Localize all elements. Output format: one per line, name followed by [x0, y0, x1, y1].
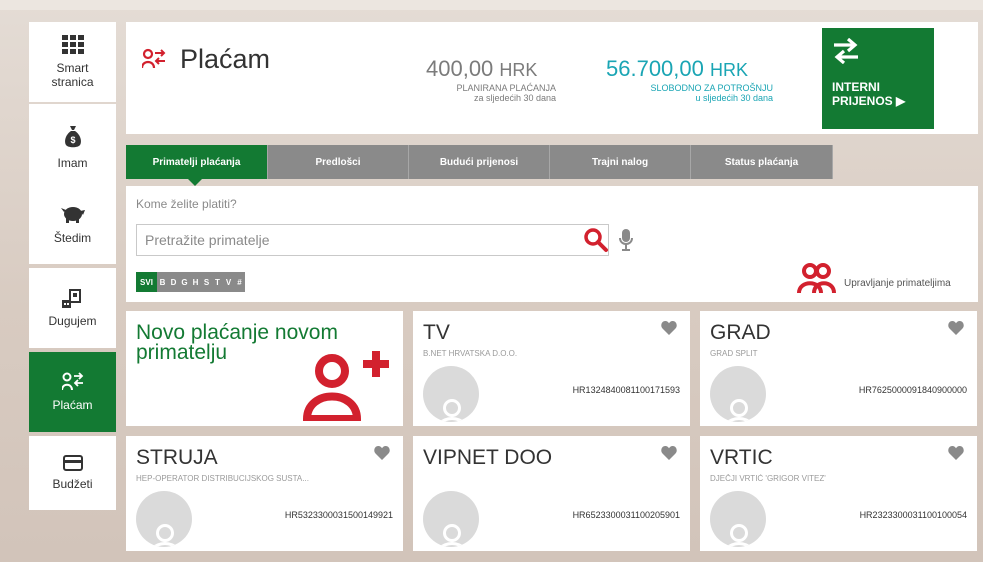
free-amount-currency: HRK	[710, 60, 749, 80]
recipient-name: TV	[423, 321, 450, 344]
avatar	[423, 366, 479, 422]
letter-filter-hash[interactable]: #	[234, 272, 245, 292]
piggy-bank-icon	[60, 207, 85, 223]
planned-caption-line1: PLANIRANA PLAĆANJA	[456, 83, 556, 93]
tab-primatelji-placanja[interactable]: Primatelji plaćanja	[126, 145, 268, 186]
manage-recipients-link[interactable]: Upravljanje primateljima	[844, 278, 951, 289]
new-payment-card[interactable]: Novo plaćanje novom primatelju	[126, 311, 403, 426]
recipient-iban: HR1324840081100171593	[572, 385, 680, 395]
letter-filter-h[interactable]: H	[190, 272, 201, 292]
search-icon[interactable]	[583, 227, 609, 253]
favorite-heart-icon[interactable]	[661, 321, 677, 335]
free-caption: SLOBODNO ZA POTROŠNJU u sljedećih 30 dan…	[596, 83, 773, 103]
free-caption-line2: u sljedećih 30 dana	[695, 93, 773, 103]
letter-filter-v[interactable]: V	[223, 272, 234, 292]
microphone-icon[interactable]	[618, 227, 634, 253]
page-header: Plaćam 400,00 HRK PLANIRANA PLAĆANJA za …	[126, 22, 978, 134]
recipient-name: STRUJA	[136, 446, 218, 469]
letter-filter-d[interactable]: D	[168, 272, 179, 292]
sidebar-item-dugujem[interactable]: Dugujem	[29, 268, 116, 348]
recipient-iban: HR7625000091840900000	[858, 385, 967, 395]
letter-filter-b[interactable]: B	[157, 272, 168, 292]
letter-filter-g[interactable]: G	[179, 272, 190, 292]
transfer-arrows-icon	[834, 38, 858, 64]
sidebar-item-placam[interactable]: Plaćam	[29, 352, 116, 432]
planned-amount: 400,00 HRK	[426, 56, 537, 82]
tab-label: Budući prijenosi	[439, 156, 519, 168]
search-panel: Kome želite platiti? SVI B D G H S T V #…	[126, 186, 978, 302]
add-recipient-icon	[302, 351, 389, 421]
favorite-heart-icon[interactable]	[374, 446, 390, 460]
favorite-heart-icon[interactable]	[948, 446, 964, 460]
tab-label: Primatelji plaćanja	[152, 156, 241, 168]
planned-amount-currency: HRK	[499, 60, 538, 80]
tab-buduci-prijenosi[interactable]: Budući prijenosi	[409, 145, 550, 179]
free-amount-value: 56.700,00	[606, 56, 704, 81]
avatar	[710, 491, 766, 547]
house-debt-icon	[61, 289, 81, 308]
free-caption-line1: SLOBODNO ZA POTROŠNJU	[650, 83, 773, 93]
planned-caption-line2: za sljedećih 30 dana	[473, 93, 556, 103]
internal-transfer-button[interactable]: INTERNI PRIJENOS ▶	[822, 28, 934, 129]
planned-caption: PLANIRANA PLAĆANJA za sljedećih 30 dana	[386, 83, 556, 103]
recipient-subtitle: DJEČJI VRTIĆ 'GRIGOR VITEZ'	[710, 474, 826, 483]
recipient-card-tv[interactable]: TV B.NET HRVATSKA D.O.O. HR1324840081100…	[413, 311, 690, 426]
recipient-search-input[interactable]	[136, 224, 609, 256]
card-icon	[62, 455, 83, 471]
sidebar-item-label: Smart stranica	[51, 61, 94, 89]
person-transfer-icon	[61, 372, 83, 391]
letter-filter-all[interactable]: SVI	[136, 272, 157, 292]
grid-icon	[61, 35, 84, 54]
person-transfer-icon	[142, 48, 166, 69]
internal-transfer-line2: PRIJENOS ▶	[832, 94, 906, 108]
tab-predlosci[interactable]: Predlošci	[268, 145, 409, 179]
recipient-card-struja[interactable]: STRUJA HEP-OPERATOR DISTRIBUCIJSKOG SUST…	[126, 436, 403, 551]
search-prompt: Kome želite platiti?	[136, 197, 237, 211]
avatar	[136, 491, 192, 547]
recipient-subtitle: HEP-OPERATOR DISTRIBUCIJSKOG SUSTA...	[136, 474, 309, 483]
sidebar-item-label: Budžeti	[52, 477, 93, 491]
letter-filter-t[interactable]: T	[212, 272, 223, 292]
sidebar-item-label: Dugujem	[48, 314, 97, 328]
planned-amount-value: 400,00	[426, 56, 494, 81]
recipient-iban: HR5323300031500149921	[284, 510, 393, 520]
tab-label: Status plaćanja	[724, 156, 799, 168]
internal-transfer-label: INTERNI PRIJENOS ▶	[832, 80, 905, 108]
recipient-iban: HR6523300031100205901	[572, 510, 680, 520]
tab-bar: Primatelji plaćanja Predlošci Budući pri…	[126, 145, 833, 186]
tab-label: Predlošci	[315, 156, 361, 168]
favorite-heart-icon[interactable]	[948, 321, 964, 335]
tab-label: Trajni nalog	[591, 156, 649, 168]
sidebar-item-budzeti[interactable]: Budžeti	[29, 436, 116, 510]
recipient-name: VIPNET DOO	[423, 446, 553, 469]
tab-status-placanja[interactable]: Status plaćanja	[691, 145, 833, 179]
favorite-heart-icon[interactable]	[661, 446, 677, 460]
recipient-name: VRTIC	[710, 446, 773, 469]
sidebar-item-stedim[interactable]: Štedim	[29, 186, 116, 264]
free-amount: 56.700,00 HRK	[606, 56, 748, 82]
recipient-card-grad[interactable]: GRAD GRAD SPLIT HR7625000091840900000	[700, 311, 977, 426]
sidebar-item-label: Imam	[57, 156, 88, 170]
recipient-name: GRAD	[710, 321, 771, 344]
manage-recipients-icon[interactable]	[796, 262, 836, 294]
recipient-iban: HR2323300031100100054	[859, 510, 967, 520]
internal-transfer-line1: INTERNI	[832, 80, 880, 94]
recipient-subtitle: GRAD SPLIT	[710, 349, 758, 358]
svg-text:$: $	[70, 135, 75, 145]
money-bag-icon: $	[64, 126, 81, 148]
recipient-subtitle: B.NET HRVATSKA D.O.O.	[423, 349, 518, 358]
recipient-card-vipnet[interactable]: VIPNET DOO HR6523300031100205901	[413, 436, 690, 551]
sidebar-item-label: Štedim	[53, 231, 92, 245]
alphabet-filter: SVI B D G H S T V #	[136, 272, 245, 292]
sidebar-item-smart-stranica[interactable]: Smart stranica	[29, 22, 116, 102]
recipient-card-vrtic[interactable]: VRTIC DJEČJI VRTIĆ 'GRIGOR VITEZ' HR2323…	[700, 436, 977, 551]
avatar	[710, 366, 766, 422]
page-title: Plaćam	[180, 44, 271, 74]
sidebar-item-imam[interactable]: $ Imam	[29, 104, 116, 192]
top-strip	[0, 0, 983, 10]
avatar	[423, 491, 479, 547]
letter-filter-s[interactable]: S	[201, 272, 212, 292]
tab-trajni-nalog[interactable]: Trajni nalog	[550, 145, 691, 179]
sidebar-item-label: Plaćam	[52, 398, 93, 412]
